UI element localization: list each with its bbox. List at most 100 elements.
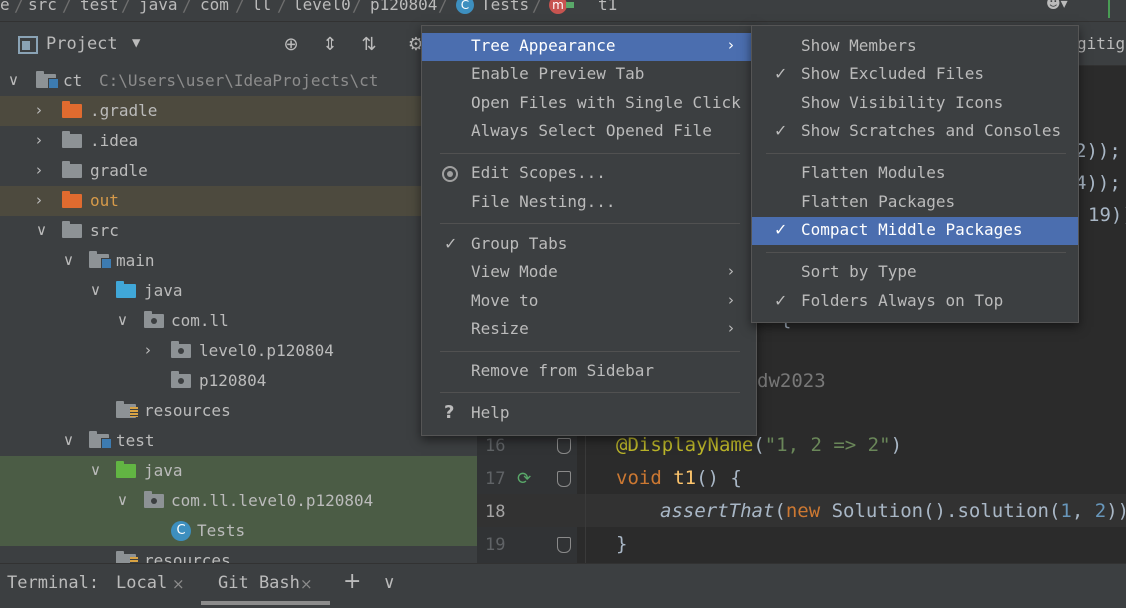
menu-item-view-mode[interactable]: View Mode › [422, 259, 756, 287]
resources-folder-icon [116, 401, 138, 418]
breadcrumb-item-p120804[interactable]: p120804 [370, 0, 437, 14]
tree-row-test-java[interactable]: ∨ java [0, 456, 477, 486]
submenu-item-compact-middle-packages[interactable]: ✓ Compact Middle Packages [752, 217, 1078, 245]
expand-arrow-icon[interactable]: › [36, 191, 50, 209]
scope-radio-icon [442, 166, 458, 182]
chevron-down-icon[interactable]: ▼ [132, 35, 140, 51]
tree-label: resources [144, 401, 231, 420]
collapse-arrow-icon[interactable]: ∨ [8, 71, 22, 89]
terminal-label: Terminal: [7, 573, 100, 593]
active-tab-indicator [201, 601, 330, 605]
submenu-item-flatten-packages[interactable]: Flatten Packages [752, 189, 1078, 217]
tree-row-p120804[interactable]: p120804 [0, 366, 477, 396]
breadcrumb-item-java[interactable]: java [139, 0, 178, 14]
tree-row-main[interactable]: ∨ main [0, 246, 477, 276]
expand-arrow-icon[interactable]: › [36, 161, 50, 179]
breadcrumb-separator: / [532, 0, 542, 15]
collapse-arrow-icon[interactable]: ∨ [36, 221, 50, 239]
tree-row-root[interactable]: ∨ ct C:\Users\user\IdeaProjects\ct [0, 66, 477, 96]
tree-row-test[interactable]: ∨ test [0, 426, 477, 456]
collapse-arrow-icon[interactable]: ∨ [90, 461, 104, 479]
expand-all-icon[interactable]: ⇕ [319, 34, 341, 56]
editor-tab-gitignore[interactable]: gitign [1077, 34, 1126, 53]
collapse-arrow-icon[interactable]: ∨ [117, 491, 131, 509]
tree-row-idea[interactable]: › .idea [0, 126, 477, 156]
menu-item-help[interactable]: ? Help [422, 400, 756, 428]
submenu-item-folders-on-top[interactable]: ✓ Folders Always on Top [752, 288, 1078, 316]
submenu-arrow-icon: › [728, 319, 734, 337]
folder-icon [62, 131, 82, 148]
check-icon: ✓ [774, 64, 788, 83]
tree-label: out [90, 191, 119, 210]
tree-row-src[interactable]: ∨ src [0, 216, 477, 246]
collapse-arrow-icon[interactable]: ∨ [63, 251, 77, 269]
expand-arrow-icon[interactable]: › [36, 131, 50, 149]
breadcrumb-item-src[interactable]: src [28, 0, 57, 14]
tree-row-gradle-cache[interactable]: › .gradle [0, 96, 477, 126]
code-line-17: void t1() { [616, 467, 742, 489]
menu-item-remove-from-sidebar[interactable]: Remove from Sidebar [422, 358, 756, 386]
menu-item-group-tabs[interactable]: ✓ Group Tabs [422, 231, 756, 259]
vcs-status-icon[interactable] [1108, 0, 1126, 18]
tree-row-main-java[interactable]: ∨ java [0, 276, 477, 306]
menu-item-enable-preview-tab[interactable]: Enable Preview Tab [422, 61, 756, 89]
tree-row-main-resources[interactable]: resources [0, 396, 477, 426]
locate-icon[interactable]: ⊕ [280, 34, 302, 56]
submenu-item-sort-by-type[interactable]: Sort by Type [752, 259, 1078, 287]
fold-marker-icon[interactable] [557, 471, 571, 487]
submenu-item-flatten-modules[interactable]: Flatten Modules [752, 160, 1078, 188]
submenu-item-show-scratches[interactable]: ✓ Show Scratches and Consoles [752, 118, 1078, 146]
menu-item-file-nesting[interactable]: File Nesting... [422, 189, 756, 217]
tree-row-gradle[interactable]: › gradle [0, 156, 477, 186]
expand-arrow-icon[interactable]: › [145, 341, 159, 359]
project-panel-header: Project ▼ ⊕ ⇕ ⇅ ⚙ [0, 22, 477, 66]
run-test-icon[interactable]: ⟳ [517, 469, 537, 489]
collapse-all-icon[interactable]: ⇅ [358, 34, 380, 56]
breadcrumb-item-ll[interactable]: ll [252, 0, 271, 14]
terminal-tab-git-bash[interactable]: Git Bash [218, 573, 300, 593]
breadcrumb-item-tests[interactable]: Tests [481, 0, 529, 14]
close-icon[interactable]: × [300, 575, 313, 593]
tree-label: .gradle [90, 101, 158, 120]
breadcrumb-item-test[interactable]: test [80, 0, 119, 14]
menu-item-tree-appearance[interactable]: Tree Appearance › [422, 33, 756, 61]
menu-item-always-select-opened[interactable]: Always Select Opened File [422, 118, 756, 146]
collapse-arrow-icon[interactable]: ∨ [90, 281, 104, 299]
breadcrumb-item-t1[interactable]: t1 [598, 0, 617, 14]
method-icon: m [549, 0, 567, 14]
tree-label: Tests [197, 521, 246, 540]
menu-item-resize[interactable]: Resize › [422, 316, 756, 344]
terminal-tool-bar: Terminal: Local × Git Bash × + ∨ [0, 563, 1126, 608]
menu-item-move-to[interactable]: Move to › [422, 288, 756, 316]
account-icon[interactable]: ☻▾ [1046, 0, 1086, 16]
tree-row-test-resources[interactable]: resources [0, 546, 477, 563]
breadcrumb-item-level0[interactable]: level0 [293, 0, 351, 14]
module-folder-icon [89, 431, 112, 449]
tree-row-com-ll[interactable]: ∨ com.ll [0, 306, 477, 336]
tree-row-level0[interactable]: › level0.p120804 [0, 336, 477, 366]
tree-label: test [116, 431, 155, 450]
collapse-arrow-icon[interactable]: ∨ [117, 311, 131, 329]
fold-marker-icon[interactable] [557, 537, 571, 553]
menu-separator [440, 392, 740, 393]
expand-arrow-icon[interactable]: › [36, 101, 50, 119]
collapse-arrow-icon[interactable]: ∨ [63, 431, 77, 449]
terminal-tab-local[interactable]: Local [116, 573, 167, 593]
submenu-item-show-excluded-files[interactable]: ✓ Show Excluded Files [752, 61, 1078, 89]
tree-row-out[interactable]: › out [0, 186, 477, 216]
add-icon[interactable]: + [343, 569, 361, 594]
fold-marker-icon[interactable] [557, 438, 571, 454]
line-number: 16 [485, 436, 506, 456]
project-panel-title[interactable]: Project [46, 34, 118, 54]
project-view-icon [18, 36, 38, 54]
submenu-item-show-members[interactable]: Show Members [752, 33, 1078, 61]
close-icon[interactable]: × [172, 575, 185, 593]
chevron-down-icon[interactable]: ∨ [383, 573, 395, 593]
tree-row-test-package[interactable]: ∨ com.ll.level0.p120804 [0, 486, 477, 516]
menu-item-edit-scopes[interactable]: Edit Scopes... [422, 160, 756, 188]
tree-appearance-submenu: Show Members ✓ Show Excluded Files Show … [751, 25, 1079, 323]
menu-item-open-single-click[interactable]: Open Files with Single Click [422, 90, 756, 118]
submenu-item-show-visibility-icons[interactable]: Show Visibility Icons [752, 90, 1078, 118]
tree-row-tests-class[interactable]: C Tests [0, 516, 477, 546]
breadcrumb-item-com[interactable]: com [200, 0, 229, 14]
